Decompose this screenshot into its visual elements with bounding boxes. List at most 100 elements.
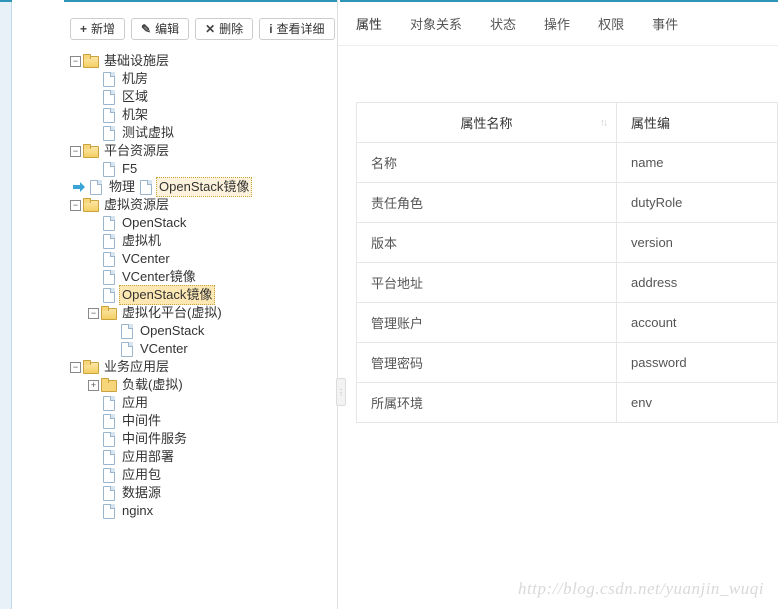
tree-node-selected[interactable]: OpenStack镜像	[88, 286, 331, 304]
tree-label[interactable]: 机架	[119, 106, 151, 124]
tree-label[interactable]: VCenter	[119, 250, 173, 268]
tree-node[interactable]: OpenStack	[88, 214, 331, 232]
tree-label[interactable]: OpenStack	[137, 322, 207, 340]
tab-attribute[interactable]: 属性	[356, 12, 382, 35]
collapse-icon[interactable]: −	[70, 146, 81, 157]
plus-icon: +	[80, 23, 87, 35]
tree-label[interactable]: nginx	[119, 502, 156, 520]
add-button[interactable]: +新增	[70, 18, 125, 40]
tree-label[interactable]: OpenStack	[119, 214, 189, 232]
collapse-icon[interactable]: −	[70, 200, 81, 211]
tree-node[interactable]: 虚拟机	[88, 232, 331, 250]
tree-label[interactable]: 虚拟化平台(虚拟)	[119, 304, 225, 322]
file-icon	[101, 288, 117, 302]
table-row[interactable]: 版本version	[357, 223, 778, 263]
tree-node[interactable]: VCenter镜像	[88, 268, 331, 286]
tree-label[interactable]: 物理	[106, 178, 138, 196]
tree-node[interactable]: 应用部署	[88, 448, 331, 466]
tab-event[interactable]: 事件	[652, 12, 678, 35]
cell-attr-code: address	[617, 263, 778, 303]
delete-button[interactable]: ✕删除	[195, 18, 253, 40]
tree-label[interactable]: 应用	[119, 394, 151, 412]
tree-label[interactable]: 虚拟机	[119, 232, 164, 250]
tree-node[interactable]: 测试虚拟	[88, 124, 331, 142]
tab-relation[interactable]: 对象关系	[410, 12, 462, 35]
tree-label[interactable]: VCenter	[137, 340, 191, 358]
col-attr-code[interactable]: 属性编	[617, 103, 778, 143]
tree-node-platform[interactable]: − 平台资源层	[70, 142, 331, 160]
tab-operation[interactable]: 操作	[544, 12, 570, 35]
splitter-handle[interactable]: ⋮	[336, 378, 346, 406]
tree-label[interactable]: 应用部署	[119, 448, 177, 466]
tab-auth[interactable]: 权限	[598, 12, 624, 35]
tree-label[interactable]: 业务应用层	[101, 358, 172, 376]
col-label: 属性编	[631, 116, 670, 131]
cell-attr-name: 责任角色	[357, 183, 617, 223]
edit-label: 编辑	[155, 23, 179, 35]
folder-open-icon	[83, 54, 99, 68]
tree-label-drag[interactable]: OpenStack镜像	[156, 177, 252, 197]
tree: − 基础设施层 机房 区域 机架 测试虚拟 − 平台资源层 F5 物理 OpenSta…	[12, 52, 337, 520]
tree-node[interactable]: VCenter	[106, 340, 331, 358]
col-attr-name[interactable]: 属性名称↑↓	[357, 103, 617, 143]
tree-label[interactable]: 基础设施层	[101, 52, 172, 70]
tree-label[interactable]: 应用包	[119, 466, 164, 484]
table-row[interactable]: 责任角色dutyRole	[357, 183, 778, 223]
tree-node-load[interactable]: + 负载(虚拟)	[88, 376, 331, 394]
file-icon	[101, 396, 117, 410]
tree-node-insert[interactable]: 物理 OpenStack镜像	[72, 178, 331, 196]
folder-open-icon	[83, 198, 99, 212]
collapse-icon[interactable]: −	[70, 56, 81, 67]
detail-button[interactable]: i查看详细	[259, 18, 334, 40]
table-row[interactable]: 管理密码password	[357, 343, 778, 383]
tree-node[interactable]: 机房	[88, 70, 331, 88]
tree-node[interactable]: 应用包	[88, 466, 331, 484]
tree-node-virtual[interactable]: − 虚拟资源层	[70, 196, 331, 214]
tree-node[interactable]: 数据源	[88, 484, 331, 502]
tree-node[interactable]: VCenter	[88, 250, 331, 268]
tree-node[interactable]: 中间件	[88, 412, 331, 430]
table-row[interactable]: 管理账户account	[357, 303, 778, 343]
file-icon	[119, 324, 135, 338]
tree-node[interactable]: OpenStack	[106, 322, 331, 340]
tree-label[interactable]: 中间件服务	[119, 430, 190, 448]
collapse-icon[interactable]: −	[88, 308, 99, 319]
tree-label[interactable]: 测试虚拟	[119, 124, 177, 142]
tree-label[interactable]: 数据源	[119, 484, 164, 502]
table-row[interactable]: 所属环境env	[357, 383, 778, 423]
close-icon: ✕	[205, 23, 215, 35]
tree-node-vplat[interactable]: − 虚拟化平台(虚拟)	[88, 304, 331, 322]
tab-status[interactable]: 状态	[490, 12, 516, 35]
tree-label[interactable]: 区域	[119, 88, 151, 106]
tree-node[interactable]: 中间件服务	[88, 430, 331, 448]
file-icon	[101, 414, 117, 428]
tree-node[interactable]: nginx	[88, 502, 331, 520]
tree-label[interactable]: VCenter镜像	[119, 268, 199, 286]
tree-label[interactable]: 平台资源层	[101, 142, 172, 160]
tree-node[interactable]: 机架	[88, 106, 331, 124]
attribute-table: 属性名称↑↓ 属性编 名称name责任角色dutyRole版本version平台…	[356, 102, 778, 423]
edit-button[interactable]: ✎编辑	[131, 18, 189, 40]
cell-attr-name: 管理密码	[357, 343, 617, 383]
tree-node[interactable]: F5	[88, 160, 331, 178]
tree-label[interactable]: OpenStack镜像	[119, 285, 215, 305]
tree-label[interactable]: 虚拟资源层	[101, 196, 172, 214]
sort-icon[interactable]: ↑↓	[600, 117, 606, 128]
tree-label[interactable]: 机房	[119, 70, 151, 88]
table-row[interactable]: 名称name	[357, 143, 778, 183]
tree-node[interactable]: 应用	[88, 394, 331, 412]
file-icon	[101, 432, 117, 446]
expand-icon[interactable]: +	[88, 380, 99, 391]
tree-node[interactable]: 区域	[88, 88, 331, 106]
tree-node-infra[interactable]: − 基础设施层	[70, 52, 331, 70]
tree-label[interactable]: 中间件	[119, 412, 164, 430]
toolbar: +新增 ✎编辑 ✕删除 i查看详细	[12, 6, 337, 52]
tree-label[interactable]: F5	[119, 160, 140, 178]
folder-open-icon	[101, 306, 117, 320]
tree-node-app[interactable]: − 业务应用层	[70, 358, 331, 376]
table-row[interactable]: 平台地址address	[357, 263, 778, 303]
file-icon	[138, 180, 154, 194]
tree-label[interactable]: 负载(虚拟)	[119, 376, 186, 394]
collapse-icon[interactable]: −	[70, 362, 81, 373]
file-icon	[101, 504, 117, 518]
